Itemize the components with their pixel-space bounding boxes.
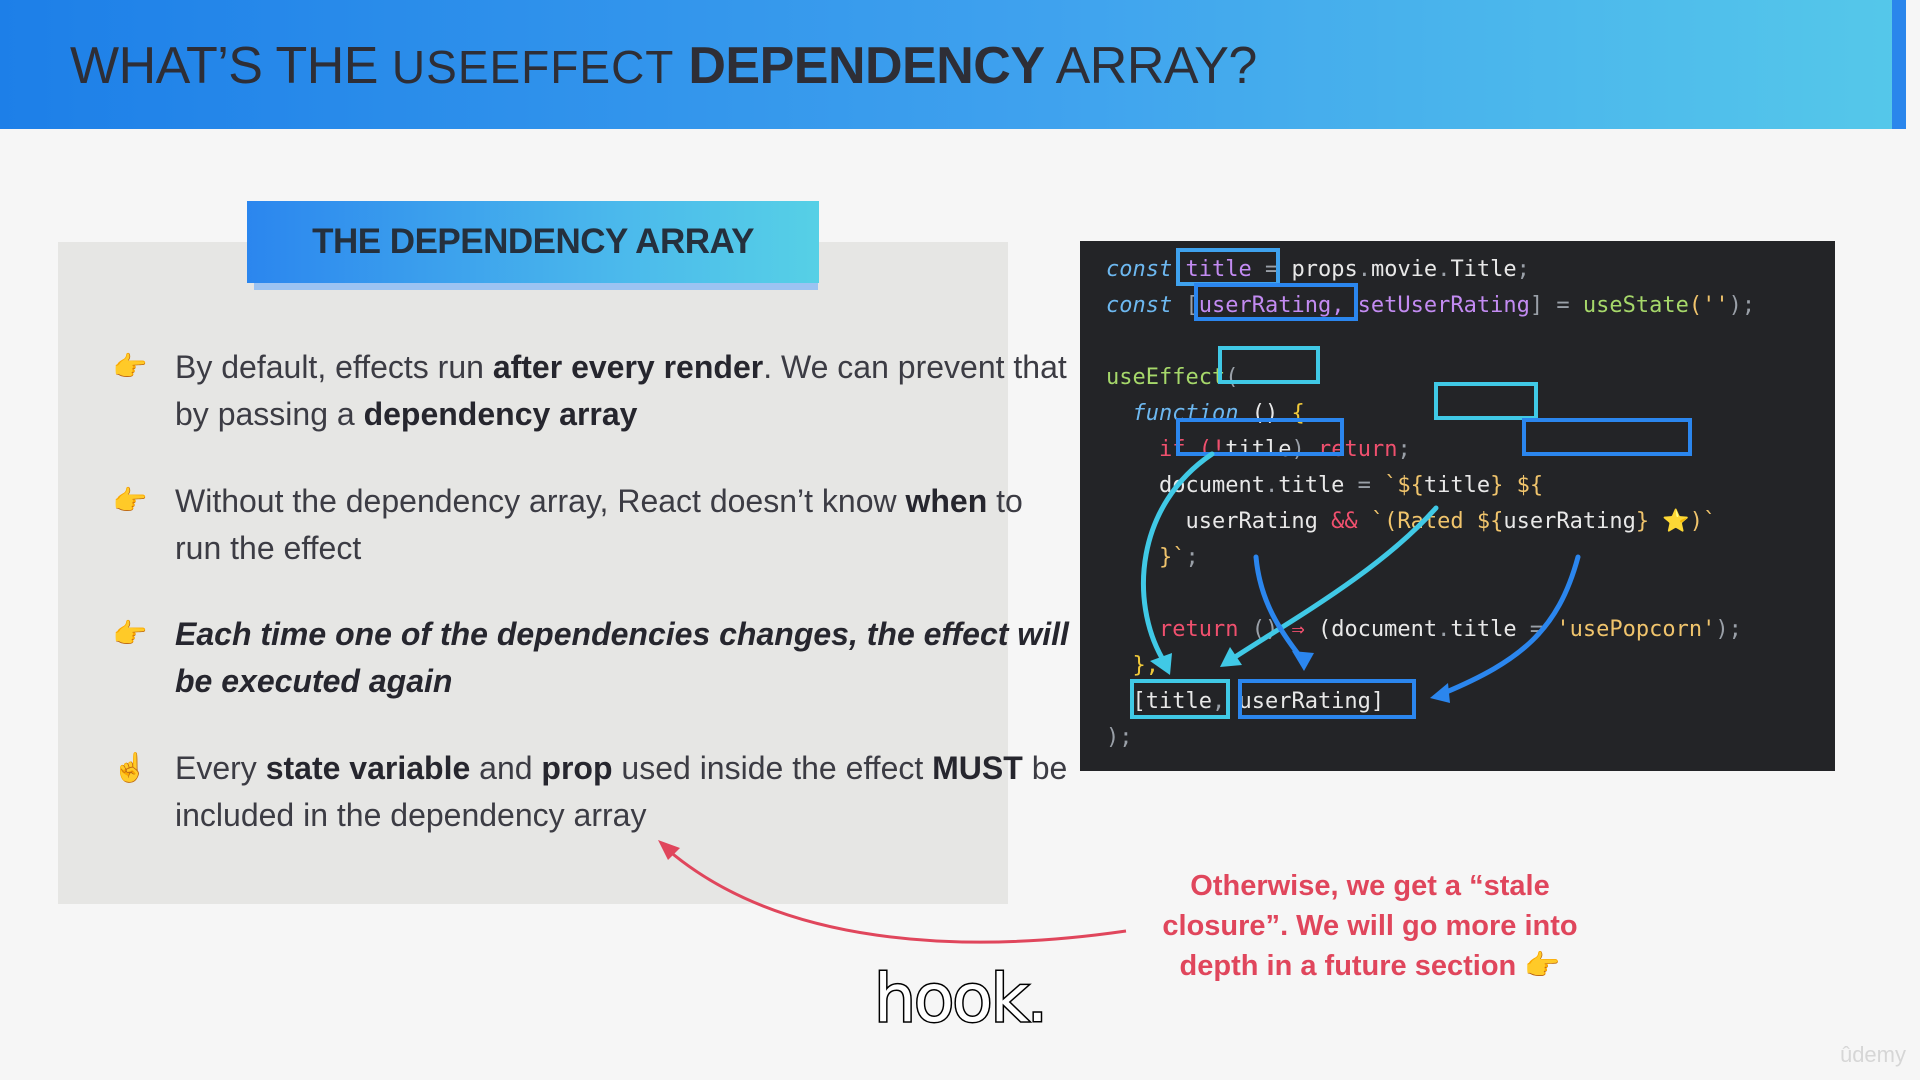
video-caption: hook. (873, 959, 1050, 1039)
udemy-watermark: ûdemy (1839, 1042, 1906, 1067)
text-segment: Otherwise, we get a (1190, 870, 1470, 902)
stale-closure-arrow (667, 848, 1127, 944)
annotation-layer (658, 840, 1127, 944)
